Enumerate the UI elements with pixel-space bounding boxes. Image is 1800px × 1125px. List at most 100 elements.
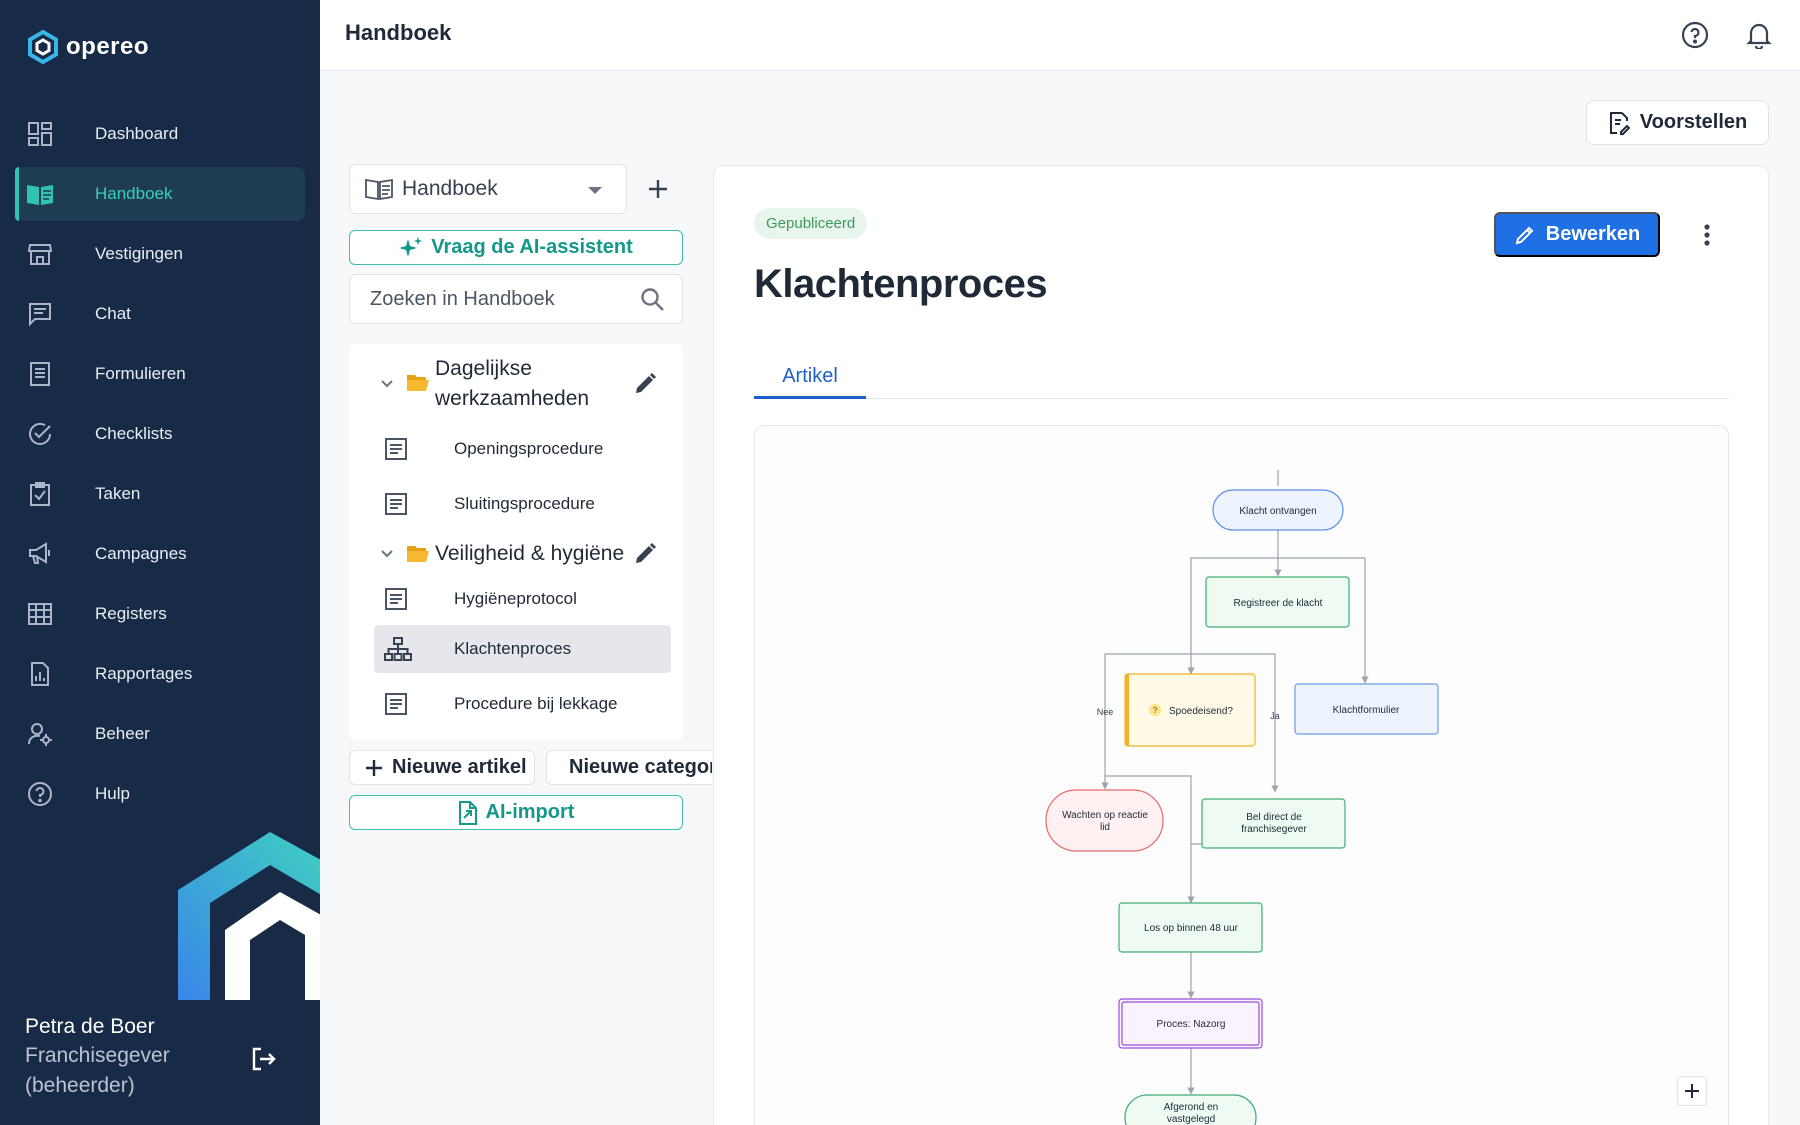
sidebar-item-beheer[interactable]: Beheer (15, 707, 305, 761)
tree-item-label: Sluitingsprocedure (454, 494, 595, 513)
svg-text:Los op binnen 48 uur: Los op binnen 48 uur (1144, 923, 1239, 934)
chevron-down-icon[interactable] (379, 546, 395, 562)
sidebar-item-taken[interactable]: Taken (15, 467, 305, 521)
book-icon (365, 178, 393, 201)
form-icon (25, 359, 55, 389)
tree-item-hygieneprotocol[interactable]: Hygiëneprotocol (374, 575, 671, 623)
ai-import-button[interactable]: AI-import (349, 795, 683, 830)
node-wachten-op-reactie[interactable]: Wachten op reactie lid (1045, 789, 1164, 852)
sidebar-item-checklists[interactable]: Checklists (15, 407, 305, 461)
pencil-icon[interactable] (633, 372, 657, 396)
tree-folder-label: Veiligheid & hygiëne (435, 542, 625, 565)
sidebar-item-label: Hulp (95, 784, 130, 803)
flowchart-icon (384, 637, 412, 661)
sidebar-item-handboek[interactable]: Handboek (15, 167, 305, 221)
user-name: Petra de Boer (25, 1015, 155, 1038)
sidebar-item-rapportages[interactable]: Rapportages (15, 647, 305, 701)
report-icon (25, 659, 55, 689)
new-article-button[interactable]: Nieuwe artikel (349, 750, 535, 785)
node-los-op-binnen-48-uur[interactable]: Los op binnen 48 uur (1118, 902, 1263, 953)
sidebar-item-vestigingen[interactable]: Vestigingen (15, 227, 305, 281)
sidebar-item-hulp[interactable]: Hulp (15, 767, 305, 821)
tree-item-openingsprocedure[interactable]: Openingsprocedure (374, 425, 671, 473)
sidebar-item-label: Taken (95, 484, 141, 503)
node-klachtformulier[interactable]: Klachtformulier (1294, 683, 1439, 735)
tree-folder-veiligheid-hygiene[interactable]: Veiligheid & hygiëne (349, 534, 683, 574)
pencil-icon[interactable] (633, 542, 657, 566)
zoom-in-button[interactable] (1677, 1076, 1707, 1106)
chevron-down-icon[interactable] (379, 376, 395, 392)
help-icon[interactable] (1678, 18, 1712, 52)
opereo-logo-icon (28, 30, 58, 64)
tree-item-label: Openingsprocedure (454, 439, 604, 458)
svg-text:Afgerond en: Afgerond en (1164, 1102, 1219, 1113)
document-edit-icon (1609, 111, 1630, 135)
document-icon (385, 438, 407, 460)
new-category-button[interactable]: Nieuwe categorie (546, 750, 712, 785)
new-category-label: Nieuwe categorie (569, 756, 712, 778)
search-input[interactable] (370, 287, 630, 311)
logo-text: opereo (66, 33, 150, 60)
sparkle-icon (399, 236, 423, 257)
main-nav: Dashboard Handboek Vestigingen Chat Form… (0, 107, 320, 827)
document-icon (385, 693, 407, 715)
flowchart-edges (1101, 470, 1369, 1095)
node-klacht-ontvangen[interactable]: Klacht ontvangen (1212, 489, 1344, 531)
sidebar-item-campagnes[interactable]: Campagnes (15, 527, 305, 581)
tree-item-klachtenproces[interactable]: Klachtenproces (374, 625, 671, 673)
dashboard-icon (25, 119, 55, 149)
node-spoedeisend[interactable]: ? Spoedeisend? (1124, 673, 1256, 747)
svg-text:Klachtformulier: Klachtformulier (1333, 705, 1400, 716)
user-profile: Petra de Boer Franchisegever (beheerder) (25, 1015, 305, 1101)
article-tabs: Artikel (754, 356, 1729, 399)
search-icon[interactable] (640, 287, 666, 318)
sidebar-item-chat[interactable]: Chat (15, 287, 305, 341)
more-vertical-icon[interactable] (1692, 218, 1722, 252)
sidebar-item-dashboard[interactable]: Dashboard (15, 107, 305, 161)
check-circle-icon (25, 419, 55, 449)
pencil-icon (1515, 226, 1534, 244)
tree-item-label: Procedure bij lekkage (454, 694, 618, 713)
tab-artikel[interactable]: Artikel (754, 356, 866, 399)
logout-icon[interactable] (249, 1045, 277, 1078)
node-proces-nazorg[interactable]: Proces: Nazorg (1118, 998, 1263, 1049)
ai-assistant-button[interactable]: Vraag de AI-assistent (349, 230, 683, 265)
sidebar-item-registers[interactable]: Registers (15, 587, 305, 641)
handbook-tree: Dagelijkse werkzaamheden Openingsprocedu… (349, 344, 683, 739)
node-registreer-de-klacht[interactable]: Registreer de klacht (1205, 576, 1350, 628)
page-title: Handboek (345, 20, 452, 45)
propose-button[interactable]: Voorstellen (1586, 100, 1769, 145)
sidebar-item-label: Campagnes (95, 544, 187, 563)
tree-folder-dagelijkse-werkzaamheden[interactable]: Dagelijkse werkzaamheden (349, 354, 683, 414)
logo[interactable]: opereo (28, 30, 149, 64)
user-role: Franchisegever (beheerder) (25, 1044, 170, 1097)
sidebar-item-formulieren[interactable]: Formulieren (15, 347, 305, 401)
add-icon[interactable] (641, 172, 675, 206)
svg-text:Registreer de klacht: Registreer de klacht (1234, 598, 1323, 609)
tree-item-sluitingsprocedure[interactable]: Sluitingsprocedure (374, 480, 671, 528)
tree-folder-label: Dagelijkse werkzaamheden (435, 357, 590, 410)
edge-label-no: Nee (1097, 707, 1114, 717)
chat-icon (25, 299, 55, 329)
handbook-select-value: Handboek (402, 177, 498, 200)
sidebar-item-label: Handboek (95, 184, 173, 203)
sidebar-item-label: Checklists (95, 424, 173, 443)
tree-item-procedure-bij-lekkage[interactable]: Procedure bij lekkage (374, 680, 671, 728)
propose-label: Voorstellen (1639, 111, 1748, 133)
handbook-select[interactable]: Handboek (349, 164, 627, 214)
node-afgerond-en-vastgelegd[interactable]: Afgerond en vastgelegd (1124, 1094, 1257, 1125)
sidebar-item-label: Registers (95, 604, 167, 623)
document-icon (385, 588, 407, 610)
edit-button[interactable]: Bewerken (1494, 212, 1660, 257)
svg-text:lid: lid (1100, 822, 1110, 833)
sidebar-item-label: Formulieren (95, 364, 186, 383)
document-icon (385, 493, 407, 515)
flowchart: Klacht ontvangen Registreer de klacht ? … (1045, 470, 1439, 1125)
bell-icon[interactable] (1742, 18, 1776, 52)
edge-label-yes: Ja (1270, 711, 1280, 721)
flowchart-canvas[interactable]: Klacht ontvangen Registreer de klacht ? … (754, 425, 1729, 1125)
tree-item-label: Hygiëneprotocol (454, 589, 577, 608)
node-bel-direct[interactable]: Bel direct de franchisegever (1201, 798, 1346, 849)
article-title: Klachtenproces (754, 262, 1048, 306)
tree-item-label: Klachtenproces (454, 639, 572, 658)
